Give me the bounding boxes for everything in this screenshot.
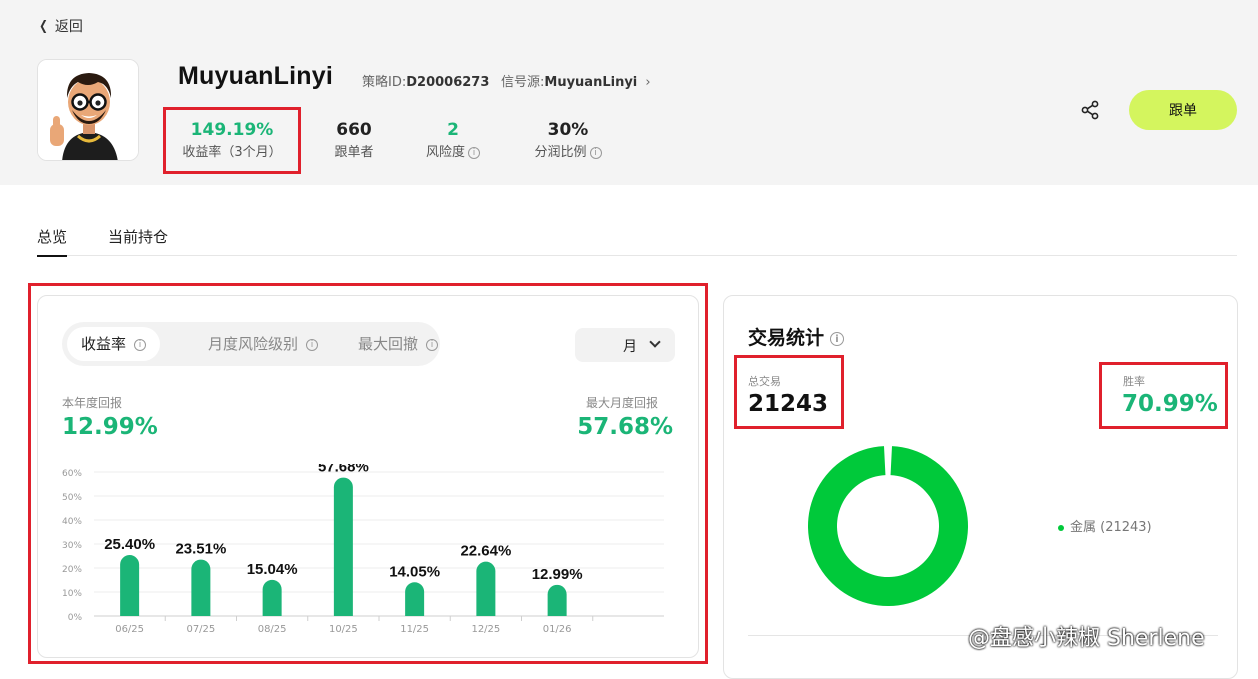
stat-followers: 660 跟单者 [334, 120, 374, 160]
y-tick-label: 50% [62, 493, 82, 503]
trade-stats-title: 交易统计 i [748, 323, 845, 350]
strategy-id: 策略ID:D20006273 [362, 75, 490, 90]
tab-current-positions[interactable]: 当前持仓 [108, 226, 168, 255]
info-icon[interactable]: i [830, 331, 845, 346]
profile-header: ❮ 返回 MuyuanLinyi 策略ID:D20006273 信号源:Muyu… [0, 0, 1258, 185]
bar-data-label: 14.05% [389, 563, 440, 580]
bar [405, 582, 425, 616]
stat-profit-share: 30% 分润比例 i [522, 120, 614, 160]
chevron-down-icon [649, 336, 661, 348]
main-tabs: 总览 当前持仓 [37, 224, 1237, 257]
metric-segmented-control: 收益率 i 月度风险级别 i 最大回撤 i [62, 322, 440, 366]
monthly-return-chart: 0% 10% 20% 30% 40% 50% 60% 25.40% 06/25 23.51% 07/… [62, 464, 664, 635]
max-month-return-value: 57.68% [577, 414, 673, 440]
donut-slice-metal [808, 446, 968, 606]
bar [120, 555, 140, 616]
x-tick-label: 06/25 [115, 624, 144, 635]
x-tick-label: 11/25 [400, 624, 429, 635]
info-icon[interactable]: i [306, 338, 319, 351]
y-tick-label: 0% [68, 613, 83, 623]
info-icon[interactable]: i [589, 146, 602, 159]
share-icon[interactable] [1080, 100, 1100, 120]
bar-data-label: 12.99% [532, 566, 583, 583]
segment-return[interactable]: 收益率 i [67, 327, 161, 361]
strategy-name: MuyuanLinyi [178, 62, 333, 90]
period-select[interactable]: 月 [575, 328, 675, 362]
bar [191, 559, 211, 616]
chevron-left-icon: ❮ [39, 18, 48, 34]
segment-max-drawdown[interactable]: 最大回撤 i [344, 327, 452, 361]
y-tick-label: 40% [62, 517, 82, 527]
watermark: @盘感小辣椒 Sherlene [968, 626, 1205, 651]
bar-data-label: 22.64% [460, 543, 511, 560]
tab-overview[interactable]: 总览 [37, 226, 68, 257]
back-label: 返回 [54, 19, 83, 35]
legend-dot [1058, 524, 1064, 531]
y-tick-label: 10% [62, 589, 82, 599]
bar-data-label: 25.40% [104, 536, 155, 553]
x-tick-label: 08/25 [258, 624, 287, 635]
bar [333, 477, 353, 616]
bar-data-label: 15.04% [247, 561, 298, 578]
ytd-return-value: 12.99% [62, 414, 158, 440]
info-icon[interactable]: i [134, 338, 147, 351]
follow-button[interactable]: 跟单 [1129, 90, 1237, 130]
max-month-return-label: 最大月度回报 [585, 396, 658, 410]
ytd-return-label: 本年度回报 [62, 396, 123, 410]
segment-monthly-risk[interactable]: 月度风险级别 i [194, 327, 332, 361]
bar-data-label: 23.51% [175, 541, 226, 558]
x-tick-label: 12/25 [471, 624, 500, 635]
y-tick-label: 20% [62, 565, 82, 575]
trade-type-donut [808, 446, 968, 606]
highlight-box-total-trades [734, 355, 844, 429]
bar [476, 561, 496, 616]
back-link[interactable]: ❮ 返回 [38, 16, 83, 36]
avatar-image [38, 60, 138, 160]
avatar [37, 59, 139, 161]
bar-data-label: 57.68% [318, 464, 369, 476]
x-tick-label: 01/26 [543, 624, 572, 635]
highlight-box-win-rate [1099, 362, 1228, 429]
x-tick-label: 10/25 [329, 624, 358, 635]
y-tick-label: 60% [62, 469, 82, 479]
highlight-box-return [163, 107, 301, 174]
stat-risk-level: 2 风险度 i [410, 120, 496, 160]
signal-source-link[interactable]: 信号源:MuyuanLinyi › [501, 71, 651, 90]
performance-card: 收益率 i 月度风险级别 i 最大回撤 i 月 本年度回报 12.99% 最大月度回报… [37, 295, 699, 658]
chevron-right-icon: › [645, 75, 651, 90]
y-tick-label: 30% [62, 541, 82, 551]
bar [262, 579, 282, 616]
info-icon[interactable]: i [426, 338, 439, 351]
info-icon[interactable]: i [468, 146, 480, 159]
bar [547, 584, 567, 616]
x-tick-label: 07/25 [186, 624, 215, 635]
donut-legend-item: 金属 (21243) [1058, 516, 1152, 535]
